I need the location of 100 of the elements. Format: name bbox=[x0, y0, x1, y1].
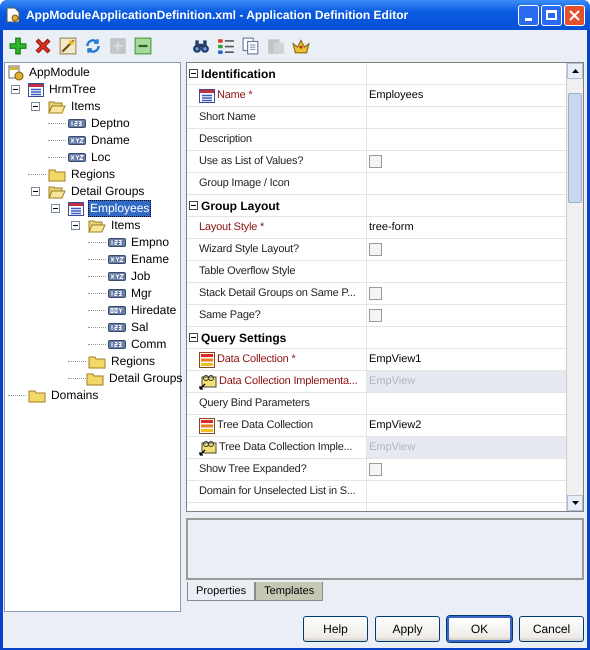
checkbox[interactable] bbox=[369, 155, 382, 168]
minus-icon bbox=[190, 70, 197, 77]
section-header: Query Settings bbox=[201, 330, 286, 346]
tree-item[interactable]: Deptno bbox=[90, 116, 131, 131]
property-label: Table Overflow Style bbox=[199, 264, 296, 280]
tree-item[interactable]: Ename bbox=[130, 252, 170, 267]
tree-item[interactable]: AppModule bbox=[28, 65, 91, 80]
property-label: Data Collection Implementa... bbox=[219, 374, 358, 390]
form-icon bbox=[199, 88, 215, 102]
tree-item[interactable]: Dname bbox=[90, 133, 131, 148]
tree-item[interactable]: Mgr bbox=[130, 286, 153, 301]
text-field-icon bbox=[68, 136, 86, 145]
property-label: Tree Data Collection bbox=[217, 418, 313, 434]
section-header: Group Layout bbox=[201, 198, 280, 214]
property-label: Domain for Unselected List in S... bbox=[199, 484, 356, 500]
tree-item[interactable]: Empno bbox=[130, 235, 170, 250]
scrollbar-thumb[interactable] bbox=[568, 93, 582, 203]
number-field-icon bbox=[68, 119, 86, 128]
minus-icon bbox=[32, 103, 39, 110]
property-label: Show Tree Expanded? bbox=[199, 462, 306, 478]
tree-item[interactable]: Detail Groups bbox=[108, 371, 184, 386]
property-value[interactable]: tree-form bbox=[369, 219, 414, 236]
tree-item[interactable]: Sal bbox=[130, 320, 150, 335]
folder-open-icon bbox=[88, 218, 106, 232]
tab[interactable]: Templates bbox=[255, 582, 324, 601]
folder-icon bbox=[88, 354, 106, 368]
maximize-button[interactable] bbox=[541, 4, 562, 26]
section-header: Identification bbox=[201, 66, 276, 82]
close-button[interactable] bbox=[564, 4, 585, 26]
binding-icon bbox=[199, 374, 217, 390]
window-title: AppModuleApplicationDefinition.xml - Application Definition Editor bbox=[26, 7, 408, 24]
property-label: Same Page? bbox=[199, 308, 261, 324]
section-toggle[interactable] bbox=[189, 69, 198, 78]
text-field-icon bbox=[68, 153, 86, 162]
plus-icon[interactable] bbox=[7, 35, 29, 57]
checkbox[interactable] bbox=[369, 287, 382, 300]
property-label: Tree Data Collection Imple... bbox=[219, 440, 352, 456]
scroll-down-icon bbox=[572, 501, 578, 505]
property-label: Wizard Style Layout? bbox=[199, 242, 299, 258]
number-field-icon bbox=[108, 323, 126, 332]
minus-icon bbox=[52, 205, 59, 212]
minus-icon bbox=[190, 334, 197, 341]
form-icon bbox=[68, 202, 84, 216]
close-icon bbox=[569, 10, 580, 20]
collapse-toggle[interactable] bbox=[11, 85, 20, 94]
table-icon bbox=[199, 352, 215, 368]
checkbox[interactable] bbox=[369, 309, 382, 322]
tab[interactable]: Properties bbox=[187, 582, 256, 601]
dialog-button[interactable]: Help bbox=[303, 616, 368, 642]
collapse-toggle[interactable] bbox=[71, 221, 80, 230]
folder-icon bbox=[28, 388, 46, 402]
folder-icon bbox=[48, 168, 66, 182]
document-icon bbox=[5, 7, 21, 23]
collapse-toggle[interactable] bbox=[31, 187, 40, 196]
property-label: Query Bind Parameters bbox=[199, 396, 310, 412]
dialog-button[interactable]: Cancel bbox=[519, 616, 584, 642]
tree-item[interactable]: Employees bbox=[88, 200, 152, 217]
section-toggle[interactable] bbox=[189, 333, 198, 342]
tree-item[interactable]: Detail Groups bbox=[70, 184, 146, 199]
checkbox[interactable] bbox=[369, 463, 382, 476]
tree-item[interactable]: HrmTree bbox=[48, 82, 97, 97]
module-icon bbox=[8, 64, 24, 80]
minus-icon bbox=[72, 222, 79, 229]
property-value[interactable]: Employees bbox=[369, 87, 424, 104]
tree-item[interactable]: Job bbox=[130, 269, 152, 284]
binding-icon bbox=[199, 440, 217, 456]
tree-item[interactable]: Domains bbox=[50, 388, 100, 403]
scrollbar[interactable] bbox=[566, 63, 583, 511]
tree-item[interactable]: Items bbox=[110, 218, 142, 233]
number-field-icon bbox=[108, 340, 126, 349]
collapse-toggle[interactable] bbox=[51, 204, 60, 213]
property-value[interactable]: EmpView1 bbox=[369, 351, 422, 368]
property-label: Name * bbox=[217, 88, 252, 104]
folder-open-icon bbox=[48, 100, 66, 114]
tree-item[interactable]: Comm bbox=[130, 337, 168, 352]
text-field-icon bbox=[108, 272, 126, 281]
date-field-icon bbox=[108, 306, 126, 315]
section-toggle[interactable] bbox=[189, 201, 198, 210]
collapse-icon[interactable] bbox=[132, 35, 154, 57]
property-label: Short Name bbox=[199, 110, 256, 126]
tree-item[interactable]: Regions bbox=[110, 354, 156, 369]
minus-icon bbox=[12, 86, 19, 93]
form-icon bbox=[28, 82, 44, 96]
tree-item[interactable]: Hiredate bbox=[130, 303, 178, 318]
property-label: Description bbox=[199, 132, 252, 148]
scroll-up-icon bbox=[572, 69, 578, 73]
property-label: Group Image / Icon bbox=[199, 176, 290, 192]
property-label: Stack Detail Groups on Same P... bbox=[199, 286, 356, 302]
text-field-icon bbox=[108, 255, 126, 264]
tree-item[interactable]: Regions bbox=[70, 167, 116, 182]
wand-icon[interactable] bbox=[57, 35, 79, 57]
tree-item[interactable]: Loc bbox=[90, 150, 112, 165]
collapse-toggle[interactable] bbox=[31, 102, 40, 111]
checkbox[interactable] bbox=[369, 243, 382, 256]
dialog-button[interactable]: Apply bbox=[375, 616, 440, 642]
dialog-button[interactable]: OK bbox=[447, 616, 512, 642]
tree-item[interactable]: Items bbox=[70, 99, 102, 114]
folder-icon bbox=[86, 372, 104, 386]
minimize-button[interactable] bbox=[518, 4, 539, 26]
property-value[interactable]: EmpView2 bbox=[369, 417, 422, 434]
